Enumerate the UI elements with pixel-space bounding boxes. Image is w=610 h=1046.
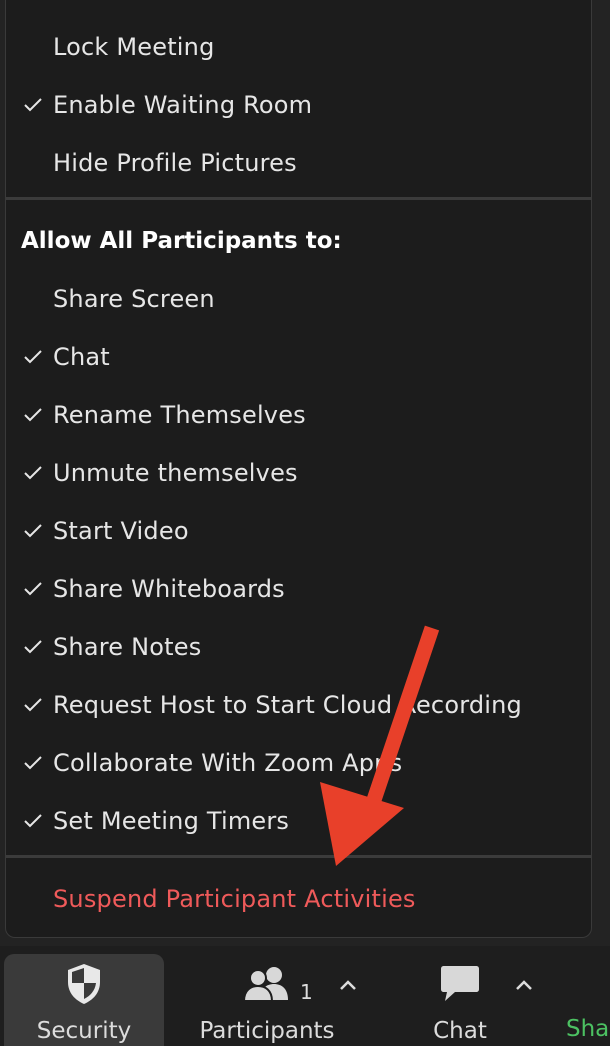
- menu-item-label: Share Notes: [53, 633, 202, 661]
- zoom-window: Lock Meeting Enable Waiting Room Hide Pr…: [0, 0, 610, 1046]
- menu-item-label: Collaborate With Zoom Apps: [53, 749, 403, 777]
- menu-item-share-whiteboards[interactable]: Share Whiteboards: [6, 560, 591, 618]
- checkmark-icon: [22, 520, 44, 542]
- security-menu: Lock Meeting Enable Waiting Room Hide Pr…: [5, 0, 592, 938]
- menu-item-lock-meeting[interactable]: Lock Meeting: [6, 18, 591, 76]
- participants-count: 1: [300, 980, 313, 1004]
- checkmark-icon: [22, 462, 44, 484]
- shield-icon: [68, 964, 100, 1004]
- checkmark-icon: [22, 636, 44, 658]
- menu-item-label: Lock Meeting: [53, 33, 215, 61]
- menu-item-label: Unmute themselves: [53, 459, 298, 487]
- menu-item-share-notes[interactable]: Share Notes: [6, 618, 591, 676]
- menu-item-unmute-themselves[interactable]: Unmute themselves: [6, 444, 591, 502]
- menu-item-collaborate-zoom-apps[interactable]: Collaborate With Zoom Apps: [6, 734, 591, 792]
- menu-item-label: Request Host to Start Cloud Recording: [53, 691, 522, 719]
- menu-item-label: Hide Profile Pictures: [53, 149, 297, 177]
- menu-item-label: Share Screen: [53, 285, 215, 313]
- spacer: [336, 1030, 356, 1046]
- menu-item-request-cloud-recording[interactable]: Request Host to Start Cloud Recording: [6, 676, 591, 734]
- participants-icon: [242, 967, 288, 1002]
- menu-item-label: Enable Waiting Room: [53, 91, 313, 119]
- menu-item-label: Chat: [53, 343, 110, 371]
- share-screen-label[interactable]: Sha: [566, 1016, 609, 1042]
- participants-button[interactable]: 1 Participants: [192, 954, 342, 1046]
- menu-item-chat[interactable]: Chat: [6, 328, 591, 386]
- participants-options-chevron[interactable]: [338, 972, 358, 994]
- checkmark-icon: [22, 694, 44, 716]
- menu-item-rename-themselves[interactable]: Rename Themselves: [6, 386, 591, 444]
- checkmark-icon: [22, 94, 44, 116]
- menu-item-suspend-participant-activities[interactable]: Suspend Participant Activities: [6, 870, 591, 928]
- checkmark-icon: [22, 404, 44, 426]
- chevron-up-icon: [516, 980, 532, 990]
- meeting-toolbar: Security 1 Participants Chat Sha: [0, 946, 610, 1046]
- menu-item-hide-profile-pictures[interactable]: Hide Profile Pictures: [6, 134, 591, 192]
- chevron-up-icon: [340, 980, 356, 990]
- menu-item-enable-waiting-room[interactable]: Enable Waiting Room: [6, 76, 591, 134]
- menu-item-label: Start Video: [53, 517, 189, 545]
- security-button[interactable]: Security: [4, 954, 164, 1046]
- menu-item-label: Share Whiteboards: [53, 575, 285, 603]
- checkmark-icon: [22, 810, 44, 832]
- menu-item-set-meeting-timers[interactable]: Set Meeting Timers: [6, 792, 591, 850]
- section-title: Allow All Participants to:: [21, 228, 342, 254]
- checkmark-icon: [22, 578, 44, 600]
- menu-divider: [6, 855, 591, 858]
- security-label: Security: [36, 1018, 132, 1044]
- menu-divider: [6, 197, 591, 200]
- checkmark-icon: [22, 346, 44, 368]
- menu-item-start-video[interactable]: Start Video: [6, 502, 591, 560]
- menu-item-label: Set Meeting Timers: [53, 807, 290, 835]
- menu-item-label: Suspend Participant Activities: [53, 885, 416, 913]
- menu-item-share-screen[interactable]: Share Screen: [6, 270, 591, 328]
- chat-options-chevron[interactable]: [514, 972, 534, 994]
- participants-label: Participants: [199, 1018, 335, 1044]
- checkmark-icon: [22, 752, 44, 774]
- chat-label: Chat: [433, 1018, 487, 1044]
- menu-item-label: Rename Themselves: [53, 401, 306, 429]
- chat-icon: [441, 966, 479, 1001]
- chat-button[interactable]: Chat: [410, 954, 510, 1046]
